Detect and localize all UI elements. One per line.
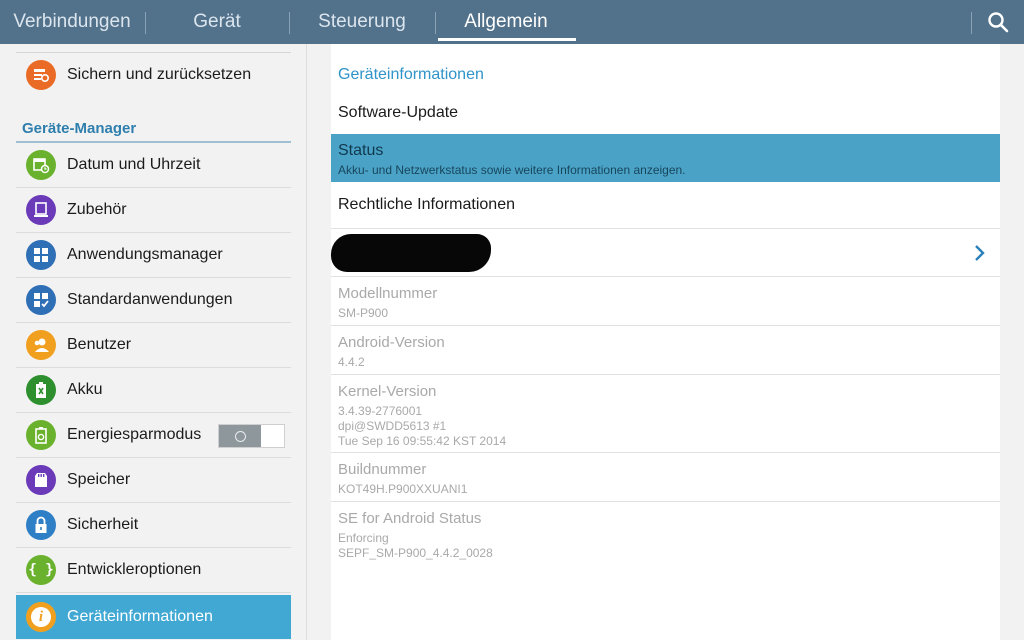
tab-geraet[interactable]: Gerät [146, 0, 288, 44]
kernel-version-item: Kernel-Version 3.4.39-2776001 dpi@SWDD56… [331, 375, 1000, 452]
info-value: Enforcing [338, 531, 389, 545]
info-title: Android-Version [338, 334, 445, 351]
sidebar-item-backup-reset[interactable]: Sichern und zurücksetzen [16, 53, 291, 97]
sidebar-item-label: Entwickleroptionen [67, 561, 202, 578]
sidebar-item-label: Sicherheit [67, 516, 139, 533]
info-value: SM-P900 [338, 306, 389, 320]
info-value: 4.4.2 [338, 355, 365, 369]
android-version-item: Android-Version 4.4.2 [331, 326, 1000, 374]
device-info-panel: Geräteinformationen Software-Update Stat… [331, 44, 1000, 640]
top-tab-bar: Verbindungen Gerät Steuerung Allgemein [0, 0, 1024, 44]
sidebar-item-label: Speicher [67, 471, 131, 488]
row-subtitle: Akku- und Netzwerkstatus sowie weitere I… [338, 163, 686, 177]
sidebar-item-label: Geräteinformationen [67, 608, 213, 625]
storage-icon [26, 465, 56, 495]
sidebar-item-battery[interactable]: Akku [16, 368, 291, 413]
lock-icon [26, 510, 56, 540]
info-value: dpi@SWDD5613 #1 [338, 419, 447, 433]
info-value: 3.4.39-2776001 [338, 404, 423, 418]
info-title: SE for Android Status [338, 510, 482, 527]
sidebar-item-label: Standardanwendungen [67, 291, 233, 308]
redacted-row[interactable] [331, 229, 1000, 276]
sidebar-item-users[interactable]: Benutzer [16, 323, 291, 368]
tab-verbindungen[interactable]: Verbindungen [0, 0, 144, 44]
settings-sidebar: Sichern und zurücksetzen Geräte-Manager … [0, 44, 307, 640]
developer-braces-icon: { } [26, 555, 56, 585]
power-saving-icon [26, 420, 56, 450]
search-button[interactable] [972, 0, 1024, 44]
info-icon: i [26, 602, 56, 632]
sidebar-item-label: Sichern und zurücksetzen [67, 66, 252, 83]
battery-icon [26, 375, 56, 405]
sidebar-item-label: Anwendungsmanager [67, 246, 223, 263]
info-title: Modellnummer [338, 285, 438, 302]
info-value: SEPF_SM-P900_4.4.2_0028 [338, 546, 493, 560]
redaction-scribble [331, 234, 491, 272]
accessory-icon [26, 195, 56, 225]
active-tab-indicator [438, 38, 576, 41]
sidebar-item-label: Benutzer [67, 336, 132, 353]
software-update-row[interactable]: Software-Update [331, 94, 1000, 134]
sidebar-item-device-info[interactable]: i Geräteinformationen [16, 595, 291, 639]
sidebar-item-developer-options[interactable]: { } Entwickleroptionen [16, 548, 291, 593]
sidebar-item-storage[interactable]: Speicher [16, 458, 291, 503]
sidebar-item-label: Datum und Uhrzeit [67, 156, 201, 173]
backup-reset-icon [26, 60, 56, 90]
info-value: KOT49H.P900XXUANI1 [338, 482, 468, 496]
se-android-status-item: SE for Android Status Enforcing SEPF_SM-… [331, 502, 1000, 564]
sidebar-item-default-apps[interactable]: Standardanwendungen [16, 278, 291, 323]
sidebar-item-app-manager[interactable]: Anwendungsmanager [16, 233, 291, 278]
info-title: Buildnummer [338, 461, 427, 478]
section-title-device-info: Geräteinformationen [338, 66, 484, 83]
sidebar-item-label: Akku [67, 381, 103, 398]
build-number-item: Buildnummer KOT49H.P900XXUANI1 [331, 453, 1000, 501]
clock-calendar-icon [26, 150, 56, 180]
power-saving-toggle[interactable] [218, 424, 285, 448]
model-number-item: Modellnummer SM-P900 [331, 277, 1000, 325]
info-title: Kernel-Version [338, 383, 437, 400]
sidebar-item-label: Zubehör [67, 201, 127, 218]
status-row[interactable]: Status Akku- und Netzwerkstatus sowie we… [331, 134, 1000, 182]
info-value: Tue Sep 16 09:55:42 KST 2014 [338, 434, 507, 448]
sidebar-item-label: Energiesparmodus [67, 426, 202, 443]
user-icon [26, 330, 56, 360]
sidebar-item-accessories[interactable]: Zubehör [16, 188, 291, 233]
sidebar-item-power-saving[interactable]: Energiesparmodus [16, 413, 291, 458]
chevron-right-icon [975, 245, 985, 261]
row-title: Status [338, 142, 384, 159]
sidebar-item-security[interactable]: Sicherheit [16, 503, 291, 548]
legal-info-row[interactable]: Rechtliche Informationen [331, 184, 1000, 228]
search-icon [988, 12, 1009, 33]
tab-steuerung[interactable]: Steuerung [290, 0, 434, 44]
row-title: Rechtliche Informationen [338, 196, 515, 213]
toggle-knob [219, 425, 261, 447]
sidebar-item-date-time[interactable]: Datum und Uhrzeit [16, 143, 291, 188]
default-apps-icon [26, 285, 56, 315]
main-content: Geräteinformationen Software-Update Stat… [307, 44, 1024, 640]
row-title: Software-Update [338, 104, 459, 121]
section-title-device-manager: Geräte-Manager [22, 120, 137, 137]
apps-grid-icon [26, 240, 56, 270]
